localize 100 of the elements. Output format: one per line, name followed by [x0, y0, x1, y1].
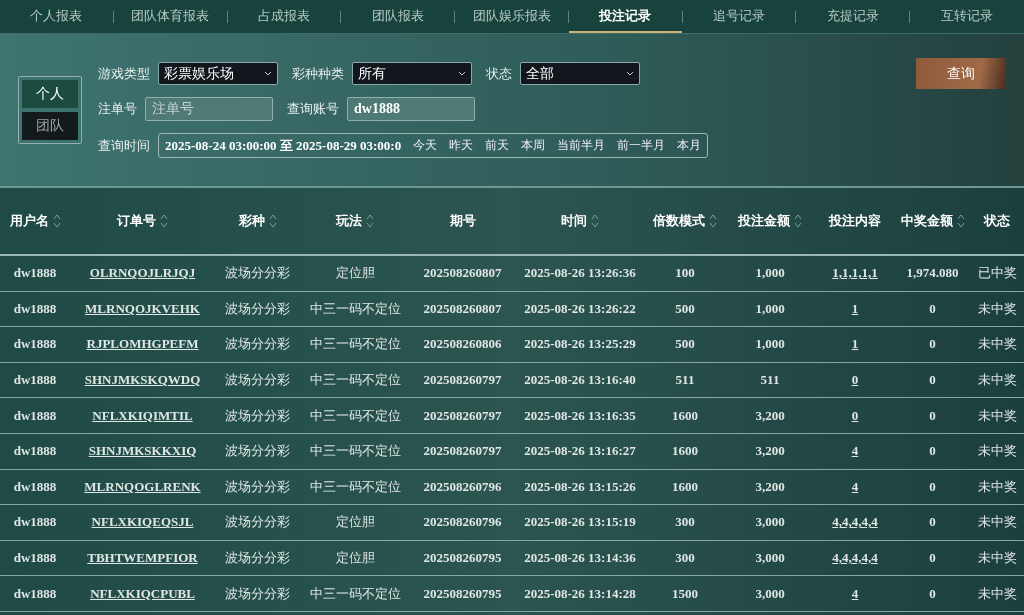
order-number-link[interactable]: TBHTWEMPFIOR: [87, 550, 198, 566]
column-header: 投注金额: [738, 212, 790, 230]
account-field[interactable]: dw1888: [347, 97, 475, 121]
lottery-cell: 波场分分彩: [225, 478, 290, 494]
filter-label: 查询账号: [287, 100, 339, 118]
order-number-link[interactable]: OLRNQOJLRJQJ: [89, 265, 196, 281]
bet-content-link[interactable]: 4,4,4,4,4: [832, 514, 878, 530]
play-method-cell: 中三一码不定位: [309, 478, 401, 494]
username-cell: dw1888: [13, 478, 57, 494]
status-select[interactable]: 全部: [520, 62, 640, 85]
report-tab[interactable]: 个人报表: [0, 0, 113, 33]
caret-icon: [458, 71, 466, 76]
sort-icon[interactable]: [956, 213, 965, 229]
time-cell: 2025-08-26 13:14:36: [524, 550, 636, 566]
play-method-cell: 中三一码不定位: [309, 372, 401, 388]
order-number-link[interactable]: NFLXKIQEQSJL: [91, 514, 194, 530]
bet-amount-cell: 3,200: [755, 478, 785, 494]
date-shortcut-link[interactable]: 今天: [413, 137, 438, 154]
report-tab[interactable]: 团队报表: [341, 0, 455, 33]
lottery-cell: 波场分分彩: [225, 585, 290, 601]
bet-content-link[interactable]: 0: [851, 372, 859, 388]
date-shortcut-link[interactable]: 当前半月: [557, 137, 606, 154]
filter-label: 游戏类型: [98, 64, 150, 83]
username-cell: dw1888: [13, 443, 57, 459]
order-number-link[interactable]: NFLXKIQIMTIL: [92, 407, 193, 423]
report-tab[interactable]: 充提记录: [796, 0, 910, 33]
report-tab[interactable]: 追号记录: [682, 0, 796, 33]
time-cell: 2025-08-26 13:26:36: [524, 265, 636, 281]
play-method-cell: 定位胆: [335, 514, 375, 530]
status-cell: 未中奖: [977, 407, 1017, 423]
order-number-field[interactable]: 注单号: [145, 97, 273, 121]
lottery-cell: 波场分分彩: [225, 407, 290, 423]
sort-icon[interactable]: [709, 213, 717, 229]
date-range-field[interactable]: 2025-08-24 03:00:00 至 2025-08-29 03:00:0 今天 昨天 前天 本周 当前半月 前一半月 本月: [158, 133, 709, 158]
bet-content-link[interactable]: 4,4,4,4,4: [832, 550, 878, 566]
column-header: 玩法: [336, 212, 362, 230]
bet-amount-cell: 3,200: [755, 407, 785, 423]
date-shortcut-link[interactable]: 本周: [521, 137, 546, 154]
status-cell: 未中奖: [977, 478, 1017, 494]
bet-amount-cell: 1,000: [755, 265, 785, 281]
game-type-select[interactable]: 彩票娱乐场: [158, 62, 278, 85]
order-number-link[interactable]: SHNJMKSKKXIQ: [88, 443, 197, 459]
lottery-type-select[interactable]: 所有: [352, 62, 472, 85]
username-cell: dw1888: [13, 372, 57, 388]
bet-content-link[interactable]: 4: [851, 443, 859, 459]
play-method-cell: 中三一码不定位: [309, 336, 401, 352]
multiplier-cell: 500: [675, 336, 695, 352]
bet-content-link[interactable]: 1,1,1,1,1: [832, 265, 878, 281]
column-header: 订单号: [117, 212, 156, 230]
date-shortcut-link[interactable]: 昨天: [449, 137, 474, 154]
sort-icon[interactable]: [160, 213, 168, 229]
bet-content-link[interactable]: 4: [851, 478, 859, 494]
bet-content-link[interactable]: 1: [851, 336, 859, 352]
lottery-cell: 波场分分彩: [225, 514, 290, 530]
order-number-link[interactable]: RJPLOMHGPEFM: [86, 336, 199, 352]
status-cell: 未中奖: [977, 585, 1017, 601]
issue-number-cell: 202508260796: [423, 514, 502, 530]
bet-content-link[interactable]: 4: [851, 585, 859, 601]
lottery-cell: 波场分分彩: [225, 372, 290, 388]
report-tab[interactable]: 互转记录: [910, 0, 1024, 33]
column-header: 投注内容: [829, 212, 881, 230]
report-tab[interactable]: 团队娱乐报表: [455, 0, 568, 33]
username-cell: dw1888: [13, 300, 57, 316]
sort-icon[interactable]: [794, 213, 802, 229]
scope-button[interactable]: 个人: [22, 80, 78, 108]
report-tab[interactable]: 占成报表: [227, 0, 341, 33]
scope-button[interactable]: 团队: [22, 112, 78, 140]
bet-content-link[interactable]: 0: [851, 407, 859, 423]
bet-amount-cell: 1,000: [755, 300, 785, 316]
sort-icon[interactable]: [52, 213, 61, 229]
lottery-cell: 波场分分彩: [225, 300, 290, 316]
sort-icon[interactable]: [591, 213, 599, 229]
order-number-link[interactable]: MLRNQOGLRENK: [84, 478, 201, 494]
status-cell: 未中奖: [977, 514, 1017, 530]
date-shortcut-link[interactable]: 本月: [677, 137, 702, 154]
filter-label: 注单号: [98, 100, 137, 118]
prize-amount-cell: 0: [929, 300, 936, 316]
issue-number-cell: 202508260796: [423, 478, 502, 494]
sort-icon[interactable]: [366, 213, 374, 229]
date-shortcut-link[interactable]: 前天: [485, 137, 510, 154]
column-header: 用户名: [9, 212, 49, 230]
bet-amount-cell: 3,000: [755, 585, 785, 601]
order-number-link[interactable]: MLRNQOJKVEHK: [85, 300, 200, 316]
order-number-link[interactable]: NFLXKIQCPUBL: [90, 585, 195, 601]
time-cell: 2025-08-26 13:16:27: [524, 443, 636, 459]
column-header: 彩种: [238, 212, 265, 230]
date-shortcut-link[interactable]: 前一半月: [617, 137, 666, 154]
sort-icon[interactable]: [268, 213, 277, 229]
bet-amount-cell: 3,200: [755, 443, 785, 459]
prize-amount-cell: 0: [929, 585, 936, 601]
status-cell: 未中奖: [977, 550, 1017, 566]
time-cell: 2025-08-26 13:16:35: [524, 407, 636, 423]
issue-number-cell: 202508260797: [423, 372, 502, 388]
report-tab[interactable]: 团队体育报表: [113, 0, 227, 33]
query-button[interactable]: 查询: [916, 58, 1006, 89]
username-cell: dw1888: [13, 265, 57, 281]
order-number-link[interactable]: SHNJMKSKQWDQ: [84, 372, 201, 388]
lottery-cell: 波场分分彩: [225, 443, 290, 459]
column-header: 时间: [561, 212, 587, 230]
bet-content-link[interactable]: 1: [851, 300, 859, 316]
